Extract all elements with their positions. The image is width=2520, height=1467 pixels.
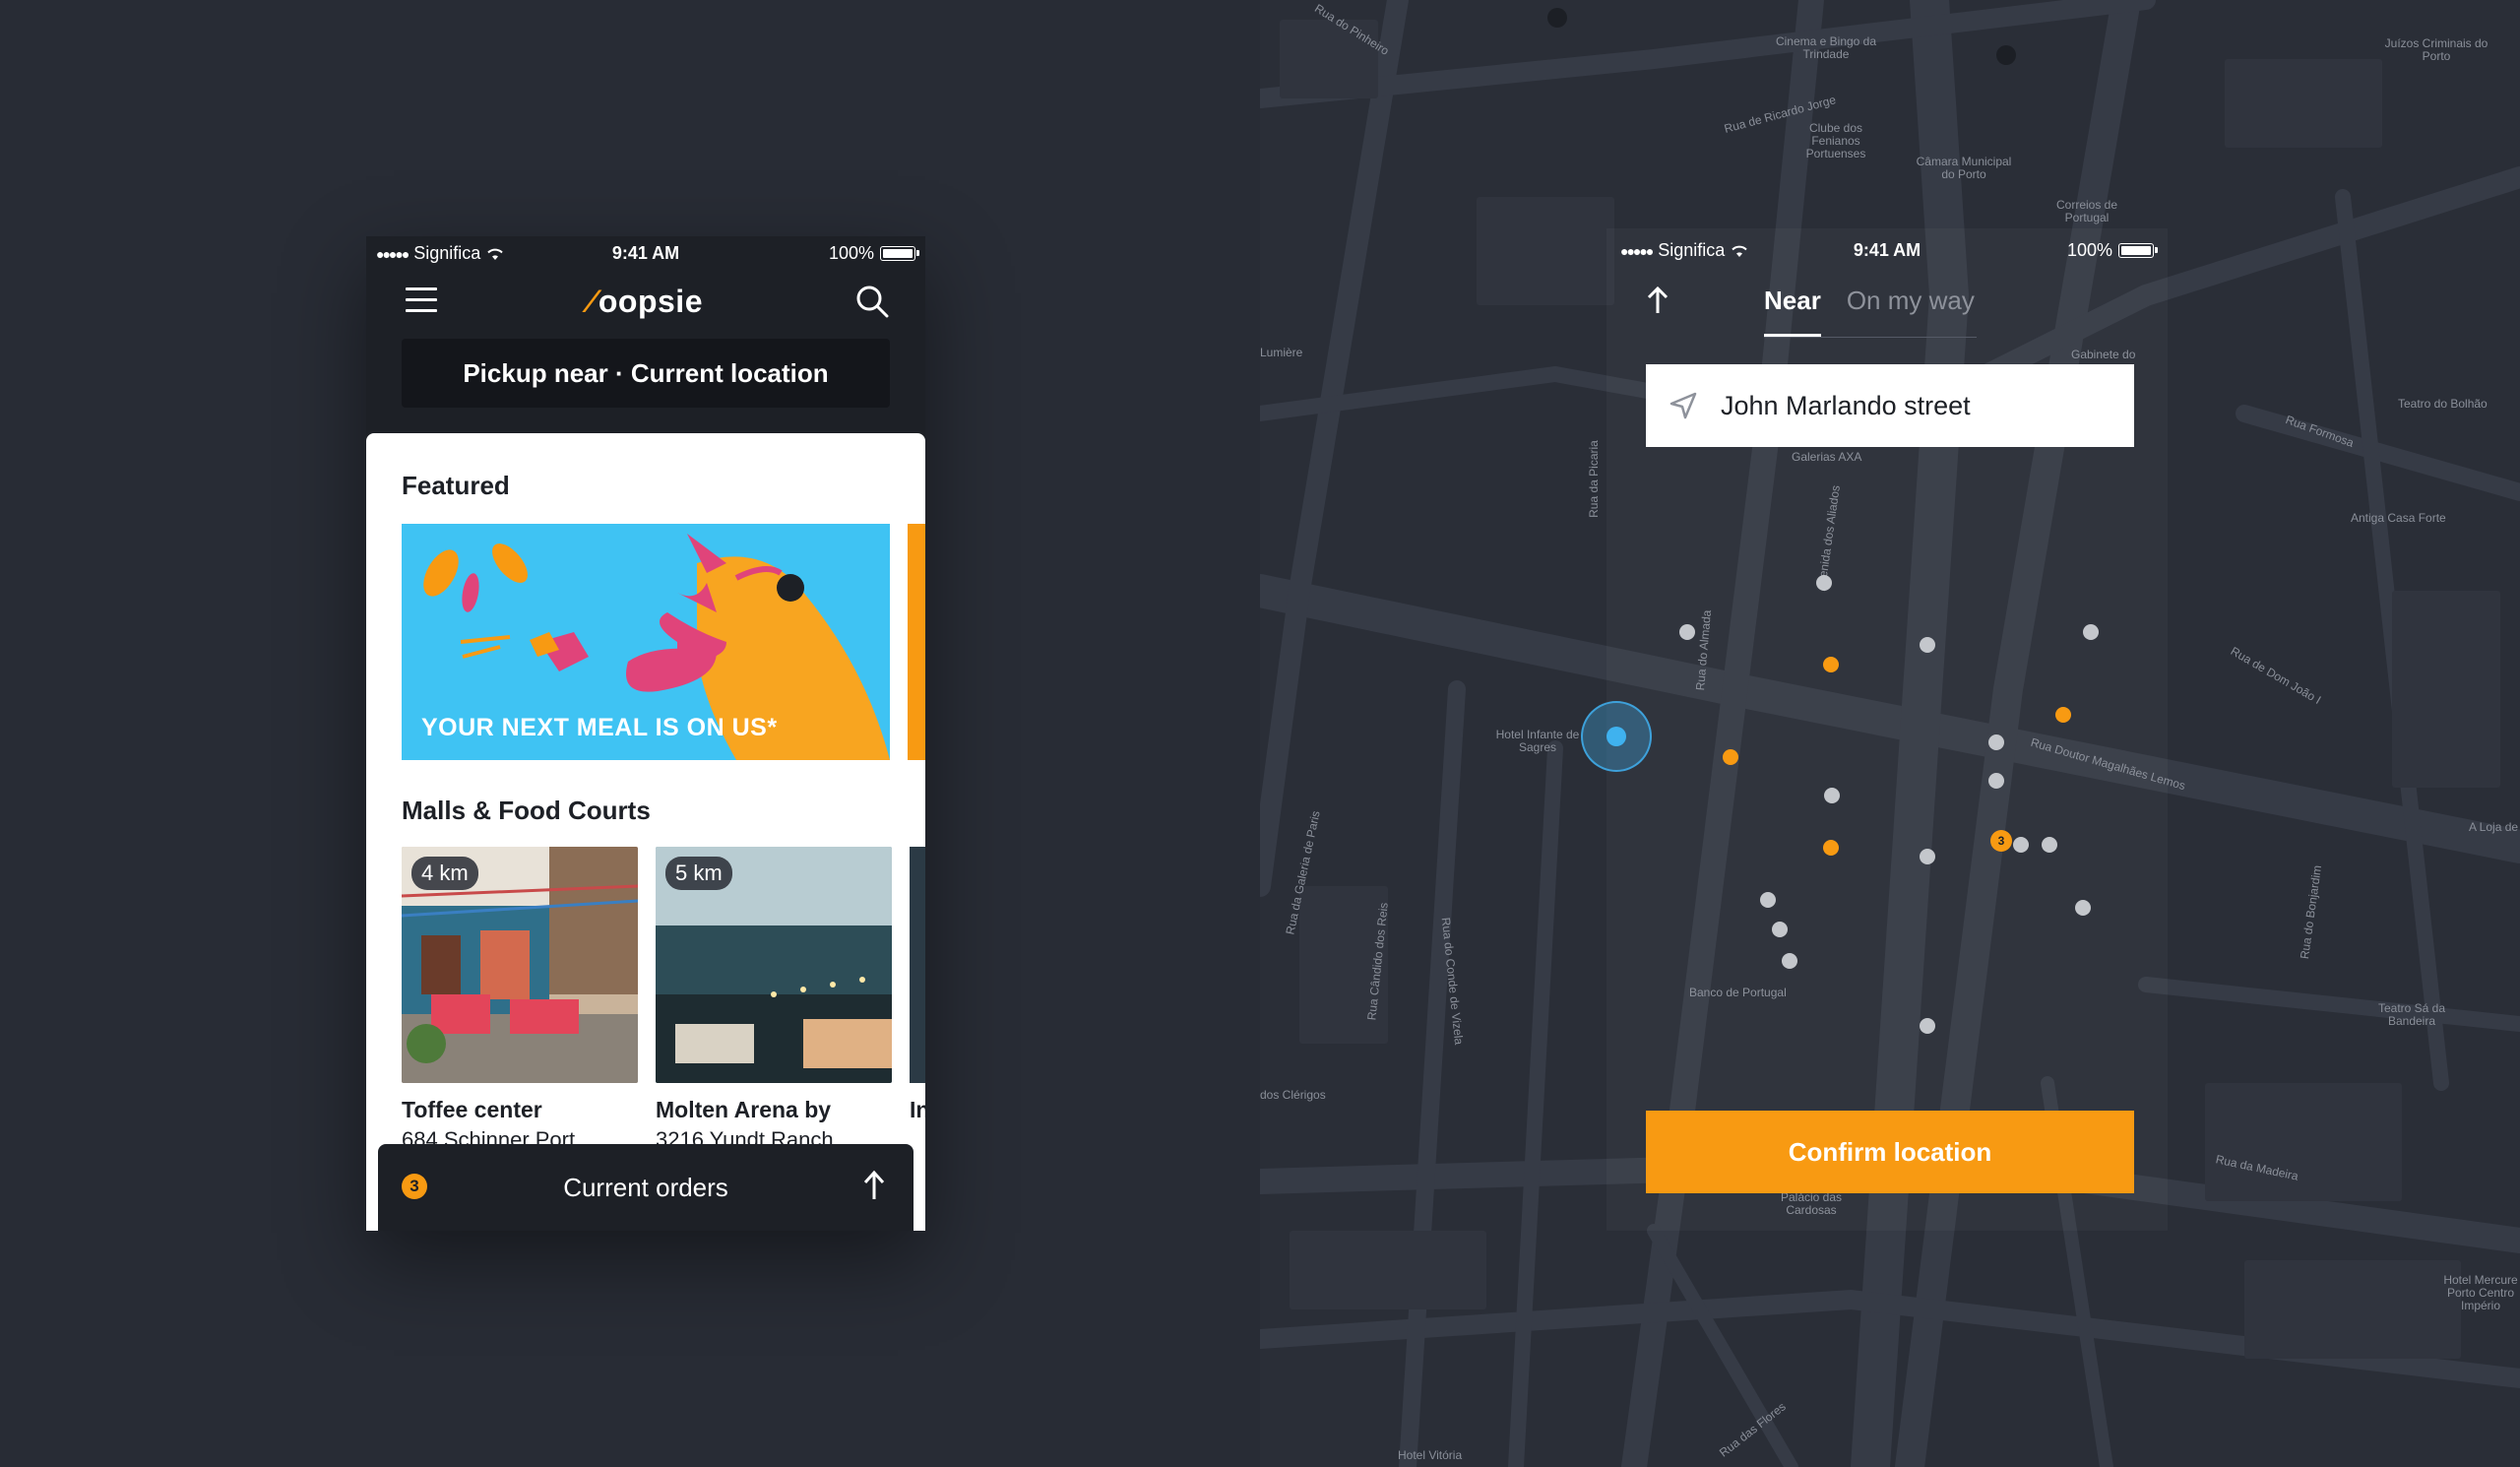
battery-icon <box>2118 243 2158 258</box>
next-mall-name-peek: In <box>910 1097 925 1122</box>
map-label: Rua da Picaria <box>1586 440 1601 518</box>
featured-title: Featured <box>402 471 510 500</box>
location-input[interactable]: John Marlando street <box>1646 364 2134 447</box>
restaurant-pin[interactable] <box>1920 849 1935 864</box>
restaurant-pin[interactable] <box>1782 953 1797 969</box>
restaurant-pin[interactable] <box>1824 788 1840 803</box>
restaurant-pin[interactable] <box>2013 837 2029 853</box>
map-label: Hotel Mercure Porto Centro Império <box>2443 1273 2518 1312</box>
orders-label: Current orders <box>563 1172 728 1202</box>
mall-card[interactable]: 5 km Molten Arena by 3216 Yundt Ranch <box>656 847 892 1153</box>
restaurant-pin-highlighted[interactable] <box>1823 657 1839 672</box>
battery-icon <box>880 246 919 261</box>
mall-image: 5 km <box>656 847 892 1083</box>
current-orders-bar[interactable]: 3 Current orders <box>378 1144 914 1231</box>
status-bar: ●●●●● Significa 9:41 AM 100% <box>366 236 925 268</box>
map-label: Juízos Criminais do Porto <box>2384 36 2488 63</box>
mode-tabs: Near On my way <box>1764 286 1975 337</box>
malls-title: Malls & Food Courts <box>402 796 651 825</box>
app-logo: ⁄ oopsie <box>366 284 925 320</box>
map-label: Hotel Infante de Sagres <box>1495 728 1580 754</box>
map-label: A Loja de <box>2469 820 2519 834</box>
arrow-up-icon[interactable] <box>1646 286 1670 315</box>
map-label: Correios de Portugal <box>2055 198 2118 224</box>
map-view[interactable]: Rua do Pinheiro Cinema e Bingo da Trinda… <box>1260 0 2520 1467</box>
map-label: Clube dos Fenianos Portuenses <box>1805 121 1866 160</box>
map-label: Câmara Municipal do Porto <box>1916 155 2012 181</box>
map-label: dos Clérigos <box>1260 1088 1326 1102</box>
next-mall-peek[interactable] <box>910 847 925 1083</box>
location-value: John Marlando street <box>1721 390 1971 420</box>
pickup-location-selector[interactable]: Pickup near · Current location <box>402 339 890 408</box>
restaurant-pin[interactable] <box>2075 900 2091 916</box>
restaurant-pin-highlighted[interactable] <box>1723 749 1738 765</box>
restaurant-pin[interactable] <box>2083 624 2099 640</box>
battery-percent: 100% <box>2066 240 2112 260</box>
pin-cluster[interactable]: 3 <box>1990 830 2012 852</box>
map-label: Lumière <box>1260 346 1303 359</box>
distance-badge: 5 km <box>665 857 732 890</box>
location-picker-screen: ●●●●● Significa 9:41 AM 100% Near On my … <box>1606 228 2168 1231</box>
restaurant-pin[interactable] <box>1988 773 2004 789</box>
mall-name: Molten Arena by <box>656 1097 832 1122</box>
status-bar: ●●●●● Significa 9:41 AM 100% <box>1606 228 2168 260</box>
mall-card[interactable]: 4 km Toffee center 684 Schinner Port <box>402 847 638 1153</box>
restaurant-pin[interactable] <box>1772 922 1788 937</box>
battery-percent: 100% <box>828 243 874 263</box>
restaurant-pin[interactable] <box>1760 892 1776 908</box>
arrow-up-icon <box>863 1170 885 1199</box>
map-label: Cinema e Bingo da Trindade <box>1775 34 1877 61</box>
map-label: Teatro Sá da Bandeira <box>2377 1001 2446 1028</box>
mall-image: 4 km <box>402 847 638 1083</box>
restaurant-pin[interactable] <box>1920 1018 1935 1034</box>
logo-mark-icon: ⁄ <box>589 284 595 319</box>
tabs-divider <box>1764 337 1977 338</box>
featured-banner[interactable]: YOUR NEXT MEAL IS ON US* <box>402 524 890 760</box>
tab-on-my-way[interactable]: On my way <box>1847 286 1975 337</box>
restaurant-pin-highlighted[interactable] <box>2055 707 2071 723</box>
banner-text: YOUR NEXT MEAL IS ON US* <box>421 714 778 741</box>
map-label: Hotel Vitória <box>1398 1448 1463 1462</box>
distance-badge: 4 km <box>411 857 478 890</box>
navigation-arrow-icon <box>1670 392 1697 419</box>
app-header: ⁄ oopsie <box>366 276 925 335</box>
battery: 100% <box>2066 240 2158 261</box>
restaurant-pin[interactable] <box>1988 734 2004 750</box>
pickup-label: Pickup near · Current location <box>463 357 829 388</box>
map-label: Antiga Casa Forte <box>2351 511 2446 525</box>
next-banner-peek[interactable] <box>908 524 925 760</box>
tab-near[interactable]: Near <box>1764 286 1821 337</box>
logo-text: oopsie <box>598 284 703 319</box>
content-card: Featured YOUR NEXT MEAL IS ON US* Malls … <box>366 433 925 1231</box>
restaurant-pin[interactable] <box>2042 837 2057 853</box>
current-location-marker <box>1581 701 1652 772</box>
restaurant-pin[interactable] <box>1816 575 1832 591</box>
home-screen: ●●●●● Significa 9:41 AM 100% ⁄ oopsie Pic… <box>366 236 925 1231</box>
map-label: Teatro do Bolhão <box>2398 397 2488 411</box>
restaurant-pin-highlighted[interactable] <box>1823 840 1839 856</box>
mall-name: Toffee center <box>402 1097 542 1122</box>
restaurant-pin[interactable] <box>1679 624 1695 640</box>
confirm-location-button[interactable]: Confirm location <box>1646 1111 2134 1193</box>
restaurant-pin[interactable] <box>1920 637 1935 653</box>
search-icon[interactable] <box>854 284 890 319</box>
orders-count-badge: 3 <box>402 1174 427 1199</box>
battery: 100% <box>828 243 919 264</box>
